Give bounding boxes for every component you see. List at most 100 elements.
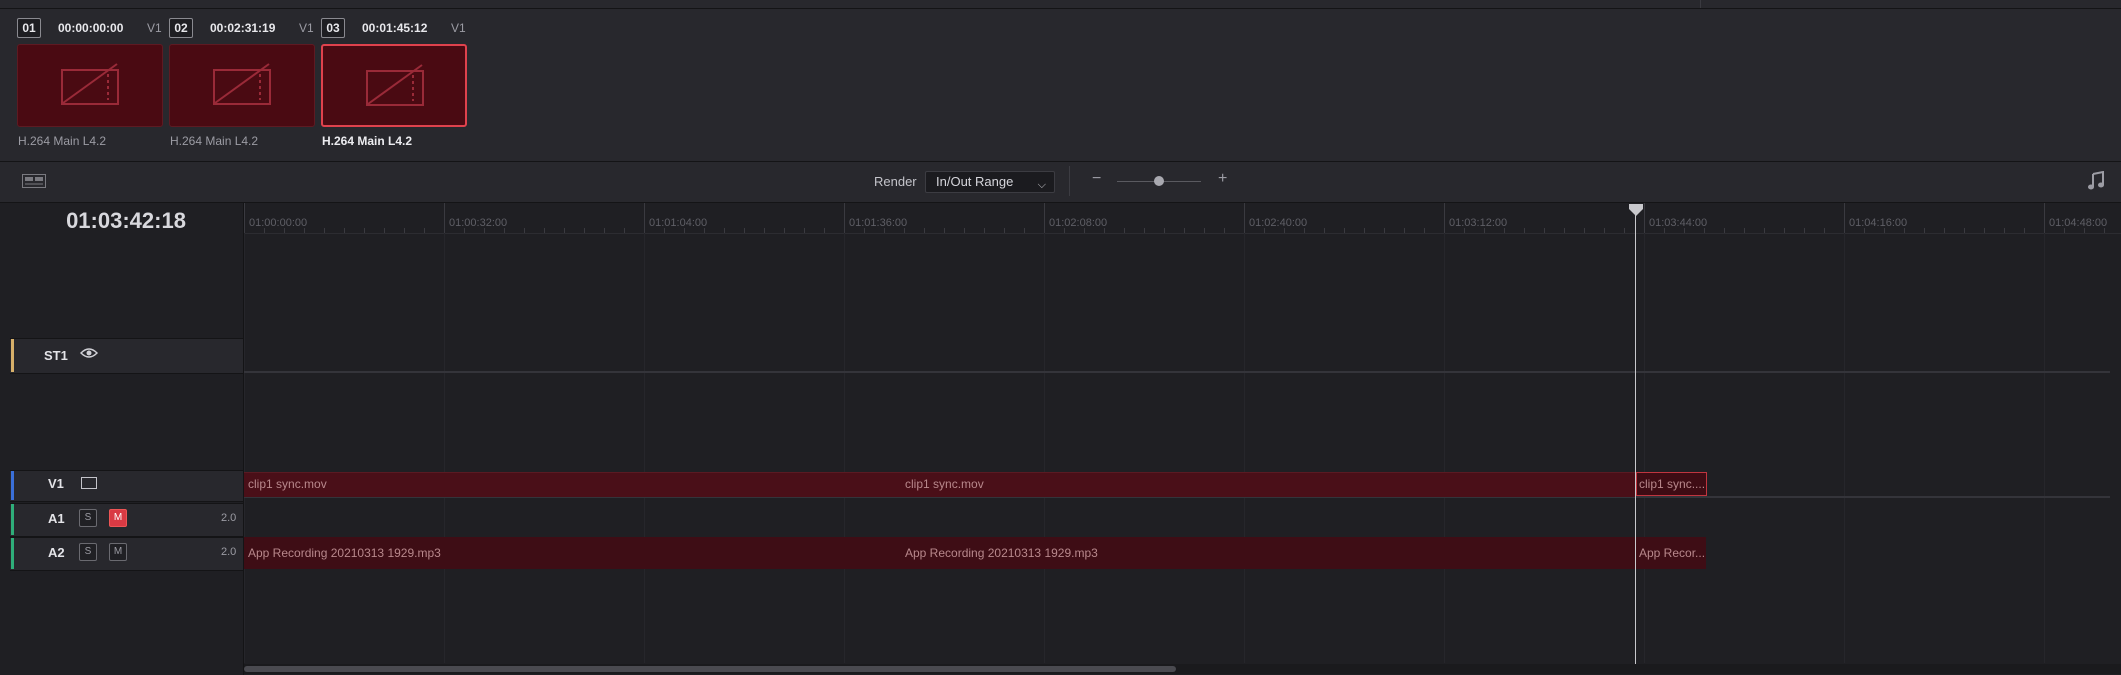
ruler-tick xyxy=(1904,228,1905,233)
audio-channels: 2.0 xyxy=(221,546,237,558)
ruler-tick xyxy=(904,228,905,233)
horizontal-scrollbar[interactable] xyxy=(244,666,1176,672)
ruler-tick xyxy=(824,228,825,233)
clip-track: V1 xyxy=(299,21,314,35)
ruler-tick xyxy=(1504,228,1505,233)
ruler-tick xyxy=(964,228,965,233)
video-clip-label: clip1 sync.mov xyxy=(905,477,984,491)
ruler-tick xyxy=(1984,228,1985,233)
ruler-tick xyxy=(844,203,845,233)
ruler-tick xyxy=(2104,228,2105,233)
audio-clip-label: App Recording 20210313 1929.mp3 xyxy=(248,546,441,560)
thumbnail-view-icon[interactable] xyxy=(22,174,46,193)
ruler-tick xyxy=(1584,228,1585,233)
timeline-gridline xyxy=(644,233,645,663)
zoom-out-button[interactable]: − xyxy=(1092,170,1101,188)
ruler-tick xyxy=(1424,228,1425,233)
timeline-gridline xyxy=(844,233,845,663)
audio-channels: 2.0 xyxy=(221,512,237,524)
ruler-tick xyxy=(2084,228,2085,233)
ruler-label: 01:03:44:00 xyxy=(1649,217,1708,229)
ruler-tick xyxy=(944,228,945,233)
clip-codec: H.264 Main L4.2 xyxy=(170,134,259,148)
track-header-v1[interactable] xyxy=(10,470,243,502)
ruler-tick xyxy=(1844,203,1845,233)
clip-track: V1 xyxy=(147,21,162,35)
ruler-tick xyxy=(1764,228,1765,233)
clip-thumbnail[interactable] xyxy=(169,44,315,127)
clip-number: 03 xyxy=(321,18,345,38)
ruler-tick xyxy=(524,228,525,233)
timeline-toolbar xyxy=(0,162,2121,203)
ruler-tick xyxy=(1044,203,1045,233)
ruler-tick xyxy=(1204,228,1205,233)
panel-divider[interactable] xyxy=(1700,0,1701,8)
ruler-tick xyxy=(584,228,585,233)
ruler-tick xyxy=(284,228,285,233)
ruler-tick xyxy=(244,203,245,233)
render-label: Render xyxy=(874,174,917,189)
chevron-down-icon: ⌵ xyxy=(1037,179,1046,191)
render-range-select[interactable]: In/Out Range ⌵ xyxy=(925,171,1055,193)
solo-button[interactable]: S xyxy=(79,509,97,527)
track-label: A2 xyxy=(48,545,65,560)
video-clip-label: clip1 sync.mov xyxy=(248,477,327,491)
ruler-tick xyxy=(1724,228,1725,233)
eye-icon[interactable] xyxy=(79,346,99,365)
audio-meter-icon[interactable] xyxy=(2087,170,2105,196)
ruler-tick xyxy=(324,228,325,233)
ruler-tick xyxy=(1704,228,1705,233)
ruler-tick xyxy=(1644,203,1645,233)
ruler-tick xyxy=(1524,228,1525,233)
timeline-gridline xyxy=(244,233,245,663)
zoom-slider-handle[interactable] xyxy=(1154,176,1164,186)
clip-thumbnail-selected[interactable] xyxy=(321,44,467,127)
video-track-icon[interactable] xyxy=(81,476,97,494)
clip-track: V1 xyxy=(451,21,466,35)
timeline-gridline xyxy=(1444,233,1445,663)
track-color-bar xyxy=(11,471,14,500)
ruler-tick xyxy=(1004,228,1005,233)
track-color-bar xyxy=(11,504,14,535)
ruler-tick xyxy=(1224,228,1225,233)
ruler-tick xyxy=(484,228,485,233)
ruler-tick xyxy=(1364,228,1365,233)
ruler-tick xyxy=(1744,228,1745,233)
ruler-tick xyxy=(1444,203,1445,233)
clip-timecode: 00:02:31:19 xyxy=(210,21,276,35)
ruler-tick xyxy=(1624,228,1625,233)
timeline-gridline xyxy=(1644,233,1645,663)
timeline-gridline xyxy=(1244,233,1245,663)
clip-codec: H.264 Main L4.2 xyxy=(18,134,107,148)
ruler-tick xyxy=(264,228,265,233)
render-range-value: In/Out Range xyxy=(936,174,1014,189)
ruler-tick xyxy=(1784,228,1785,233)
media-offline-icon xyxy=(213,63,271,105)
ruler-tick xyxy=(744,228,745,233)
mute-button[interactable]: M xyxy=(109,509,127,527)
playhead-handle[interactable] xyxy=(1629,203,1643,216)
zoom-in-button[interactable]: + xyxy=(1218,170,1227,188)
ruler-tick xyxy=(2064,228,2065,233)
clip-thumbnail-strip xyxy=(0,9,2121,162)
timecode-display[interactable]: 01:03:42:18 xyxy=(0,208,252,234)
ruler-tick xyxy=(1024,228,1025,233)
timeline-ruler[interactable]: 01:00:00:00 01:00:32:00 01:01:04:00 01:01:3… xyxy=(244,203,2121,234)
ruler-label: 01:00:32:00 xyxy=(449,217,508,229)
playhead-line[interactable] xyxy=(1635,207,1636,667)
mute-button[interactable]: M xyxy=(109,543,127,561)
audio-clip-label: App Recor... xyxy=(1639,546,1706,560)
track-label: A1 xyxy=(48,511,65,526)
ruler-label: 01:02:40:00 xyxy=(1249,217,1308,229)
ruler-tick xyxy=(1304,228,1305,233)
ruler-tick xyxy=(1864,228,1865,233)
ruler-tick xyxy=(1464,228,1465,233)
ruler-tick xyxy=(1164,228,1165,233)
timeline-gridline xyxy=(1044,233,1045,663)
solo-button[interactable]: S xyxy=(79,543,97,561)
ruler-tick xyxy=(604,228,605,233)
clip-thumbnail[interactable] xyxy=(17,44,163,127)
ruler-tick xyxy=(504,228,505,233)
ruler-tick xyxy=(564,228,565,233)
clip-codec: H.264 Main L4.2 xyxy=(322,134,413,148)
